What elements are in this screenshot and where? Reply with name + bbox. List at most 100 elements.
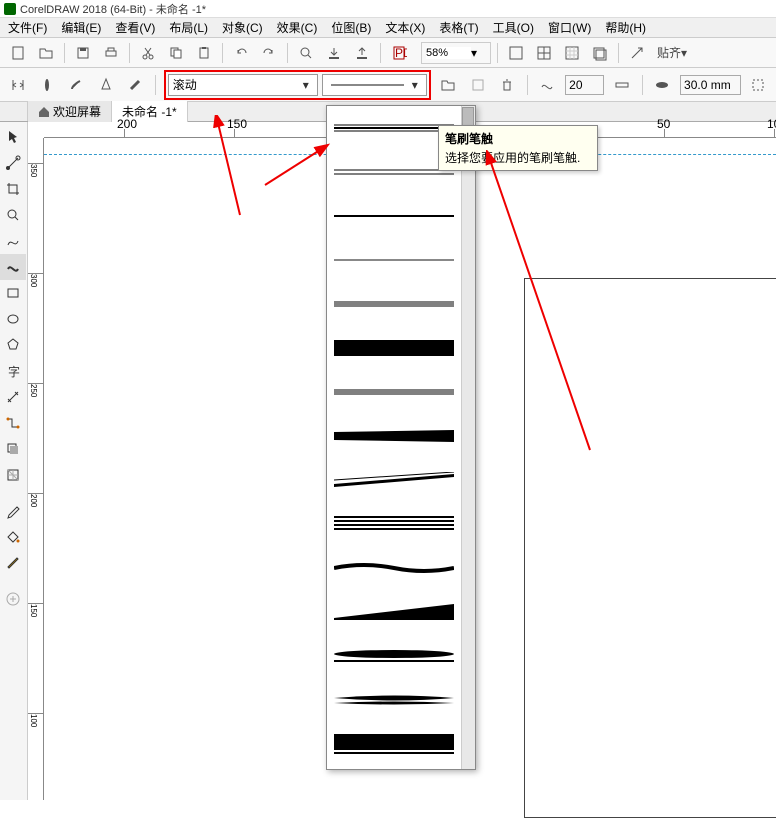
brush-stroke-item[interactable] — [327, 722, 461, 766]
menu-window[interactable]: 窗口(W) — [548, 19, 591, 36]
brush-stroke-item[interactable] — [327, 546, 461, 590]
menu-view[interactable]: 查看(V) — [115, 19, 155, 36]
freehand-tool[interactable] — [0, 228, 26, 254]
brush-stroke-item[interactable] — [327, 502, 461, 546]
new-button[interactable] — [6, 41, 30, 65]
zoom-combo[interactable]: ▾ — [421, 42, 491, 64]
svg-text:PDF: PDF — [395, 46, 407, 60]
fullscreen-button[interactable] — [504, 41, 528, 65]
property-bar: 滚动 ▾ ▾ 20 30.0 mm — [0, 68, 776, 102]
brush-stroke-item[interactable] — [327, 238, 461, 282]
eyedropper-tool[interactable] — [0, 498, 26, 524]
spray-button[interactable] — [94, 73, 117, 97]
copy-button[interactable] — [164, 41, 188, 65]
polygon-tool[interactable] — [0, 332, 26, 358]
redo-button[interactable] — [257, 41, 281, 65]
menu-tools[interactable]: 工具(O) — [493, 19, 534, 36]
open-button[interactable] — [34, 41, 58, 65]
text-tool[interactable]: 字 — [0, 358, 26, 384]
import-button[interactable] — [322, 41, 346, 65]
brush-stroke-item[interactable] — [327, 370, 461, 414]
rectangle-tool[interactable] — [0, 280, 26, 306]
brush-stroke-item[interactable] — [327, 326, 461, 370]
bounding-box-button[interactable] — [747, 73, 770, 97]
svg-text:字: 字 — [8, 364, 20, 379]
menu-bitmaps[interactable]: 位图(B) — [331, 19, 371, 36]
search-button[interactable] — [294, 41, 318, 65]
drop-shadow-tool[interactable] — [0, 436, 26, 462]
menu-help[interactable]: 帮助(H) — [605, 19, 646, 36]
browse-button[interactable] — [437, 73, 460, 97]
outline-tool[interactable] — [0, 550, 26, 576]
brush-stroke-item[interactable] — [327, 458, 461, 502]
menu-bar: 文件(F) 编辑(E) 查看(V) 布局(L) 对象(C) 效果(C) 位图(B… — [0, 18, 776, 38]
menu-table[interactable]: 表格(T) — [439, 19, 478, 36]
delete-button[interactable] — [495, 73, 518, 97]
category-combo[interactable]: 滚动 ▾ — [168, 74, 318, 96]
menu-text[interactable]: 文本(X) — [385, 19, 425, 36]
publish-pdf-button[interactable]: PDF — [387, 41, 411, 65]
snap-label: 贴齐 — [657, 44, 681, 61]
parallel-dim-tool[interactable] — [0, 384, 26, 410]
brush-stroke-dropdown[interactable] — [326, 105, 476, 770]
transparency-tool[interactable] — [0, 462, 26, 488]
export-button[interactable] — [350, 41, 374, 65]
connector-tool[interactable] — [0, 410, 26, 436]
menu-edit[interactable]: 编辑(E) — [61, 19, 101, 36]
separator — [497, 43, 498, 63]
rulers-button[interactable] — [560, 41, 584, 65]
title-bar: CorelDRAW 2018 (64-Bit) - 未命名 -1* — [0, 0, 776, 18]
menu-file[interactable]: 文件(F) — [8, 19, 47, 36]
snap-button[interactable]: 贴齐▾ — [653, 41, 691, 65]
menu-layout[interactable]: 布局(L) — [169, 19, 208, 36]
brush-stroke-item[interactable] — [327, 590, 461, 634]
menu-effects[interactable]: 效果(C) — [277, 19, 318, 36]
annotation-arrow — [210, 115, 260, 225]
tab-label: 欢迎屏幕 — [53, 103, 101, 120]
save-button[interactable] — [71, 41, 95, 65]
undo-button[interactable] — [229, 41, 253, 65]
artistic-media-tool[interactable] — [0, 254, 26, 280]
brush-stroke-item[interactable] — [327, 678, 461, 722]
brush-stroke-item[interactable] — [327, 414, 461, 458]
chevron-down-icon: ▾ — [681, 46, 687, 60]
preset-button[interactable] — [35, 73, 58, 97]
scrollbar[interactable] — [461, 106, 475, 769]
annotation-arrow — [480, 150, 610, 470]
smoothing-input[interactable]: 20 — [565, 75, 604, 95]
fill-tool[interactable] — [0, 524, 26, 550]
toolbox: 字 — [0, 122, 28, 800]
zoom-tool[interactable] — [0, 202, 26, 228]
separator — [642, 75, 643, 95]
crop-tool[interactable] — [0, 176, 26, 202]
launch-button[interactable] — [625, 41, 649, 65]
window-title: CorelDRAW 2018 (64-Bit) - 未命名 -1* — [20, 1, 206, 17]
paste-button[interactable] — [192, 41, 216, 65]
guides-button[interactable] — [588, 41, 612, 65]
separator — [618, 43, 619, 63]
cut-button[interactable] — [136, 41, 160, 65]
tab-welcome[interactable]: 欢迎屏幕 — [28, 101, 112, 122]
pick-tool[interactable] — [0, 124, 26, 150]
calligraphic-button[interactable] — [123, 73, 146, 97]
brush-stroke-item[interactable] — [327, 634, 461, 678]
add-tool[interactable] — [0, 586, 26, 612]
shape-tool[interactable] — [0, 150, 26, 176]
width-scale-button[interactable] — [610, 73, 633, 97]
brush-button[interactable] — [65, 73, 88, 97]
separator — [287, 43, 288, 63]
stroke-width-input[interactable]: 30.0 mm — [680, 75, 741, 95]
separator — [380, 43, 381, 63]
save-brush-button[interactable] — [466, 73, 489, 97]
zoom-input[interactable] — [426, 47, 471, 59]
brush-stroke-item[interactable] — [327, 194, 461, 238]
print-button[interactable] — [99, 41, 123, 65]
separator — [129, 43, 130, 63]
mirror-h-button[interactable] — [6, 73, 29, 97]
ellipse-tool[interactable] — [0, 306, 26, 332]
brush-stroke-item[interactable] — [327, 282, 461, 326]
menu-object[interactable]: 对象(C) — [222, 19, 263, 36]
brush-stroke-combo[interactable]: ▾ — [322, 74, 427, 96]
vertical-ruler[interactable]: 350 300 250 200 150 100 — [28, 138, 44, 800]
grid-button[interactable] — [532, 41, 556, 65]
